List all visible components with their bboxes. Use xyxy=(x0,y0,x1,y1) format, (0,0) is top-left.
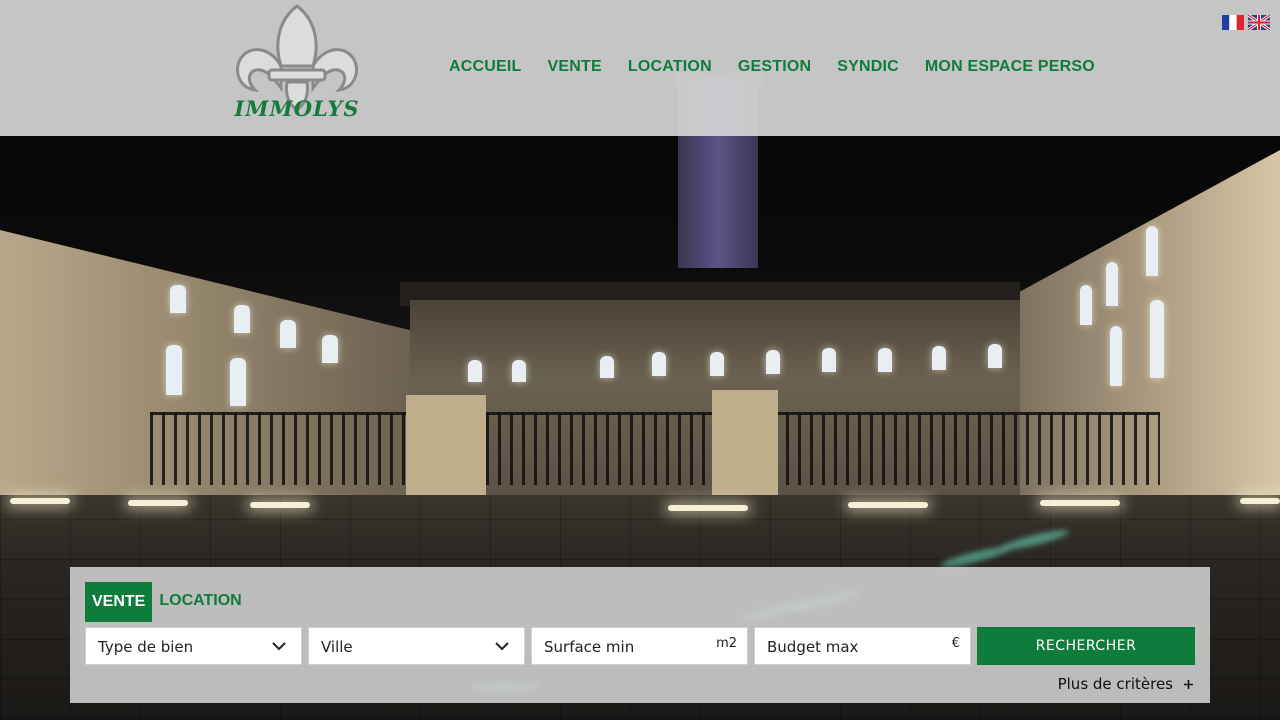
window xyxy=(230,358,246,406)
plus-icon xyxy=(1184,679,1193,689)
budget-max-placeholder: Budget max xyxy=(767,638,859,656)
more-criteria-link[interactable]: Plus de critères xyxy=(1058,675,1194,693)
search-button[interactable]: RECHERCHER xyxy=(977,627,1195,665)
logo-text: IMMOLYS xyxy=(234,96,360,121)
nav-item-accueil[interactable]: ACCUEIL xyxy=(449,58,522,76)
tab-vente[interactable]: VENTE xyxy=(85,582,153,622)
window xyxy=(280,320,296,348)
window xyxy=(822,348,836,372)
nav-item-gestion[interactable]: GESTION xyxy=(738,58,811,76)
window xyxy=(878,348,892,372)
more-criteria-label: Plus de critères xyxy=(1057,675,1173,693)
property-type-select[interactable]: Type de bien xyxy=(85,627,302,665)
window xyxy=(512,360,526,382)
surface-min-placeholder: Surface min xyxy=(544,638,635,656)
gate-pier-right xyxy=(712,390,778,495)
nav-item-vente[interactable]: VENTE xyxy=(548,58,602,76)
search-fields: Type de bien Ville Surface min m2 Budget… xyxy=(85,627,1195,665)
window xyxy=(468,360,482,382)
nav-item-location[interactable]: LOCATION xyxy=(628,58,712,76)
budget-max-input[interactable]: Budget max € xyxy=(754,627,971,665)
site-header: IMMOLYS ACCUEIL VENTE LOCATION GESTION S… xyxy=(0,0,1280,136)
window xyxy=(766,350,780,374)
window xyxy=(1150,300,1164,378)
ground-light xyxy=(128,500,188,506)
window xyxy=(710,352,724,376)
search-tabs: VENTE LOCATION xyxy=(85,582,249,622)
window xyxy=(322,335,338,363)
chevron-down-icon xyxy=(495,642,509,651)
english-flag-icon[interactable] xyxy=(1248,15,1270,30)
site-logo[interactable]: IMMOLYS xyxy=(231,4,363,130)
main-nav: ACCUEIL VENTE LOCATION GESTION SYNDIC MO… xyxy=(449,58,1095,76)
window xyxy=(234,305,250,333)
budget-unit: € xyxy=(951,636,960,651)
window xyxy=(166,345,182,395)
window xyxy=(1106,262,1118,306)
surface-unit: m2 xyxy=(716,636,737,651)
window xyxy=(1110,326,1122,386)
nav-item-mon-espace-perso[interactable]: MON ESPACE PERSO xyxy=(925,58,1095,76)
iron-fence xyxy=(150,412,1160,485)
ground-light xyxy=(848,502,928,508)
window xyxy=(600,356,614,378)
city-select[interactable]: Ville xyxy=(308,627,525,665)
ground-light xyxy=(250,502,310,508)
window xyxy=(1080,285,1092,325)
window xyxy=(170,285,186,313)
property-search-panel: VENTE LOCATION Type de bien Ville Surfac… xyxy=(70,567,1210,703)
nav-item-syndic[interactable]: SYNDIC xyxy=(837,58,899,76)
property-type-label: Type de bien xyxy=(98,638,194,656)
ground-light xyxy=(1240,498,1280,504)
french-flag-icon[interactable] xyxy=(1222,15,1244,30)
ground-light xyxy=(668,505,748,511)
window xyxy=(652,352,666,376)
ground-light xyxy=(1040,500,1120,506)
window xyxy=(988,344,1002,368)
ground-light xyxy=(10,498,70,504)
surface-min-input[interactable]: Surface min m2 xyxy=(531,627,748,665)
tab-location[interactable]: LOCATION xyxy=(152,582,248,622)
chevron-down-icon xyxy=(272,642,286,651)
language-switcher xyxy=(1222,15,1270,30)
window xyxy=(932,346,946,370)
city-label: Ville xyxy=(321,638,353,656)
gate-pier-left xyxy=(406,395,486,495)
window xyxy=(1146,226,1158,276)
